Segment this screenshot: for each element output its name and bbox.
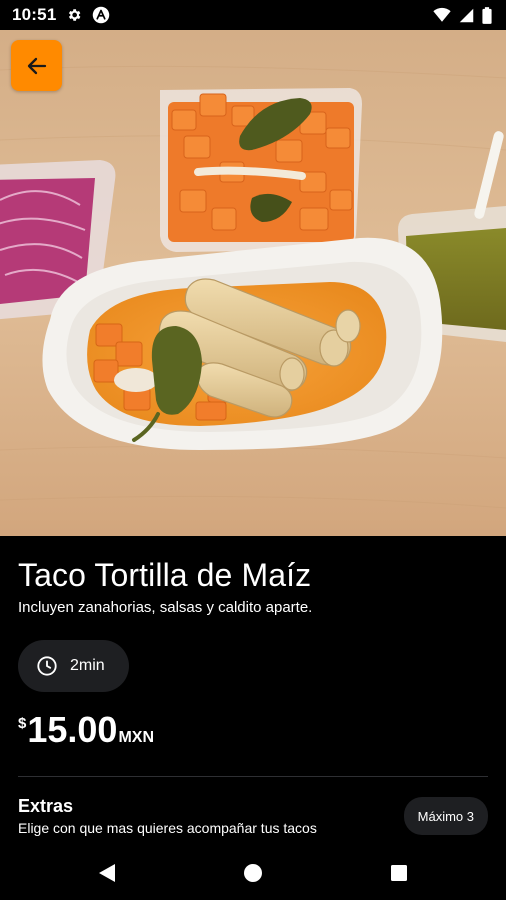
plate — [42, 237, 443, 450]
price-currency: MXN — [118, 729, 154, 746]
home-circle-icon — [243, 863, 263, 883]
status-time: 10:51 — [12, 5, 57, 24]
extras-subtitle: Elige con que mas quieres acompañar tus … — [18, 820, 317, 836]
extras-header: Extras Elige con que mas quieres acompañ… — [18, 795, 488, 837]
signal-icon — [459, 8, 474, 23]
product-detail-screen: 10:51 Taco Tortilla de Maíz Incluyen zan… — [0, 0, 506, 900]
nav-back-button[interactable] — [34, 845, 180, 900]
divider — [18, 776, 488, 777]
nav-home-button[interactable] — [180, 845, 326, 900]
prep-time-text: 2min — [70, 657, 105, 674]
recents-square-icon — [390, 864, 408, 882]
nav-recents-button[interactable] — [326, 845, 472, 900]
price: $ 15.00 MXN — [18, 710, 488, 750]
prep-time-chip: 2min — [18, 640, 129, 692]
system-nav-bar — [0, 845, 506, 900]
gear-icon — [66, 7, 82, 23]
max-extras-badge: Máximo 3 — [403, 797, 488, 835]
back-triangle-icon — [98, 863, 116, 883]
status-right — [433, 6, 492, 24]
status-bar: 10:51 — [0, 0, 506, 30]
extras-title: Extras — [18, 796, 74, 816]
carrot-container — [160, 88, 362, 252]
arrow-left-icon — [25, 54, 49, 78]
price-symbol: $ — [18, 715, 27, 732]
clock-icon — [36, 655, 58, 677]
price-amount: 15.00 — [27, 709, 118, 750]
extras-text: Extras Elige con que mas quieres acompañ… — [18, 795, 317, 837]
status-left: 10:51 — [12, 5, 110, 25]
product-title: Taco Tortilla de Maíz — [18, 557, 312, 593]
battery-icon — [482, 6, 492, 24]
wifi-icon — [433, 7, 451, 23]
product-image — [0, 30, 506, 536]
product-details: Taco Tortilla de Maíz Incluyen zanahoria… — [0, 536, 506, 837]
back-button[interactable] — [11, 40, 62, 91]
app-icon — [92, 6, 110, 24]
product-description: Incluyen zanahorias, salsas y caldito ap… — [18, 599, 313, 616]
